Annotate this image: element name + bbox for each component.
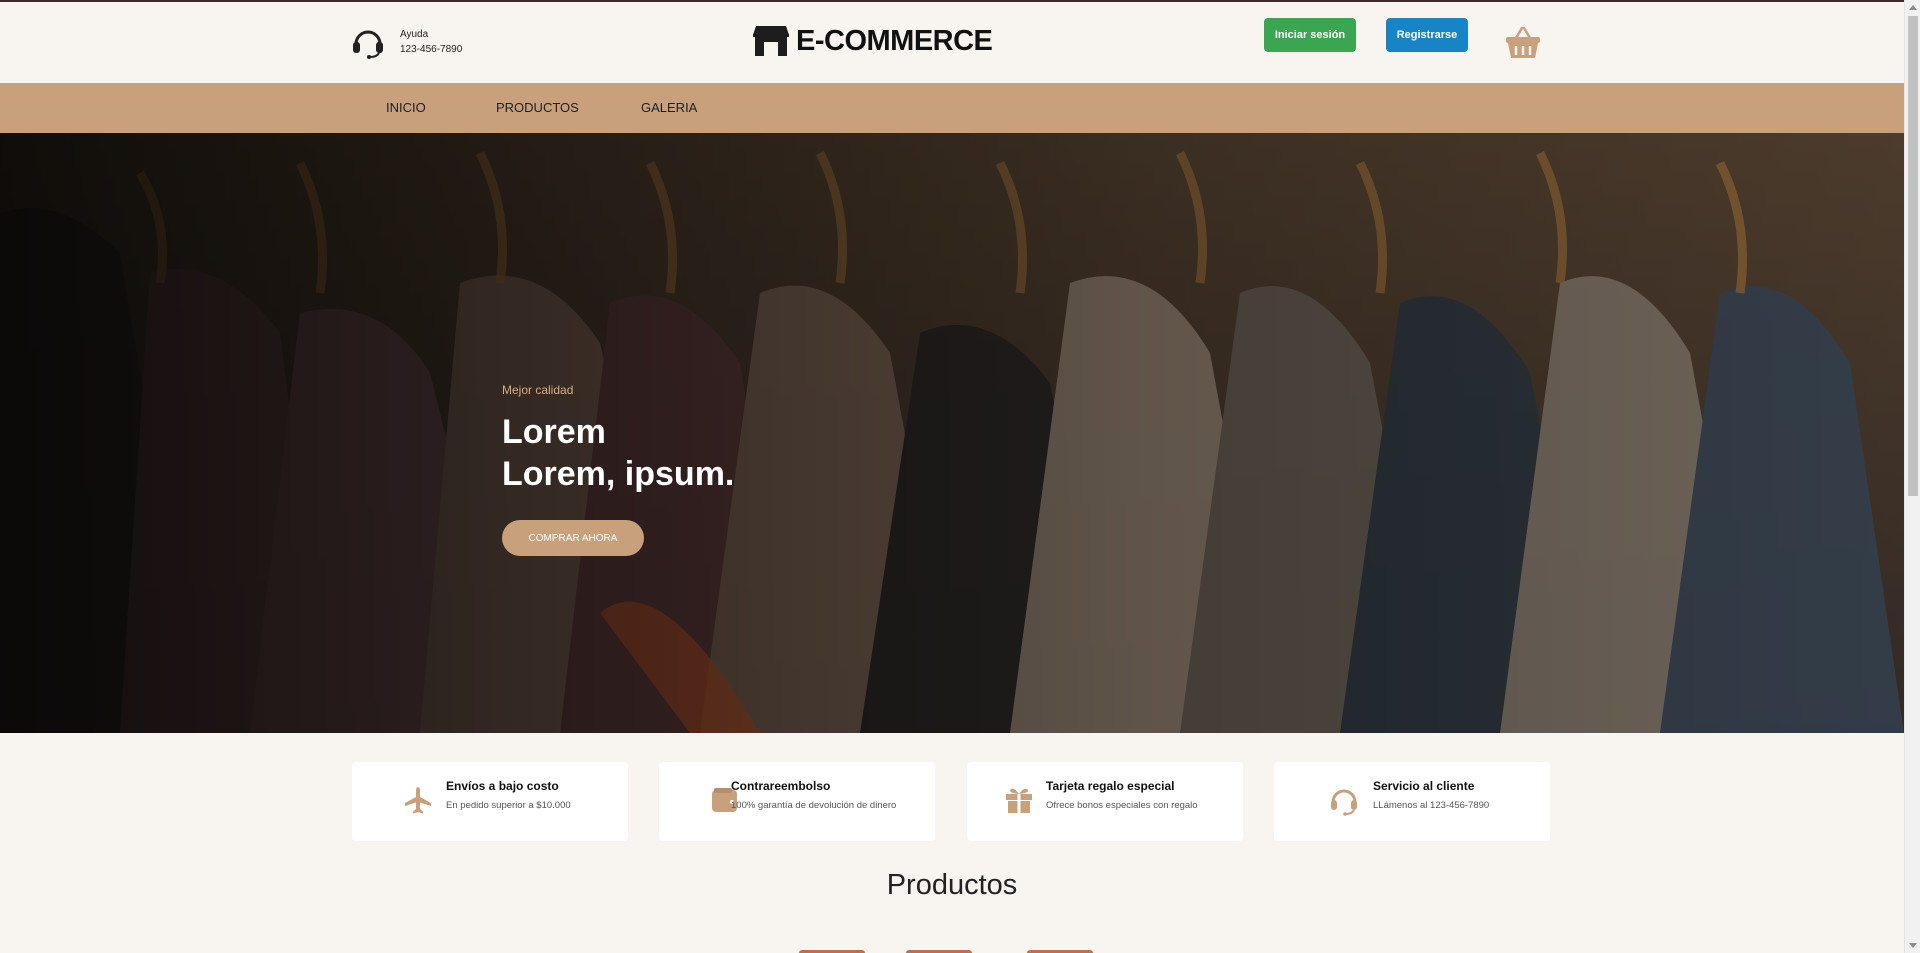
login-button[interactable]: Iniciar sesión	[1264, 18, 1356, 52]
help-contact[interactable]: Ayuda 123-456-7890	[350, 24, 462, 60]
feature-subtitle: En pedido superior a $10.000	[446, 800, 571, 811]
feature-title: Envíos a bajo costo	[446, 779, 559, 793]
help-phone: 123-456-7890	[400, 44, 463, 55]
shop-now-button[interactable]: COMPRAR AHORA	[502, 520, 644, 556]
nav-item-inicio[interactable]: INICIO	[386, 83, 426, 133]
headset-icon	[353, 30, 383, 59]
products-section-title: Productos	[886, 869, 1018, 901]
feature-title: Tarjeta regalo especial	[1046, 779, 1175, 793]
scroll-down-icon[interactable]	[1909, 943, 1917, 948]
hero-title: Lorem Lorem, ipsum.	[502, 411, 734, 495]
feature-subtitle: LLámenos al 123-456-7890	[1373, 800, 1490, 811]
feature-card: Contrareembolso 100% garantía de devoluc…	[659, 762, 935, 841]
plane-icon	[405, 787, 431, 814]
basket-icon[interactable]	[1505, 26, 1541, 60]
hero-banner: Mejor calidad Lorem Lorem, ipsum. COMPRA…	[0, 133, 1904, 733]
nav-item-galeria[interactable]: GALERIA	[641, 83, 697, 133]
feature-card: Envíos a bajo costo En pedido superior a…	[352, 762, 628, 841]
site-logo[interactable]: E-COMMERCE	[752, 24, 993, 58]
gift-icon	[1006, 788, 1032, 813]
hero-overlay	[0, 133, 1904, 733]
help-label: Ayuda	[400, 29, 429, 40]
feature-card: Tarjeta regalo especial Ofrece bonos esp…	[967, 762, 1243, 841]
hero-eyebrow: Mejor calidad	[502, 383, 574, 397]
hero-title-line1: Lorem	[502, 413, 606, 451]
features-strip: Envíos a bajo costo En pedido superior a…	[352, 762, 1552, 842]
feature-card: Servicio al cliente LLámenos al 123-456-…	[1274, 762, 1550, 841]
scroll-up-icon[interactable]	[1909, 5, 1917, 10]
logo-text: E-COMMERCE	[796, 24, 993, 57]
hero-title-line2: Lorem, ipsum.	[502, 455, 735, 493]
headset-icon	[1331, 789, 1357, 816]
scrollbar-thumb[interactable]	[1908, 16, 1918, 496]
store-icon	[753, 26, 789, 56]
nav-item-productos[interactable]: PRODUCTOS	[496, 83, 579, 133]
feature-subtitle: Ofrece bonos especiales con regalo	[1046, 800, 1198, 811]
feature-title: Servicio al cliente	[1373, 779, 1475, 793]
site-header: Ayuda 123-456-7890 E-COMMERCE Iniciar se…	[0, 2, 1904, 83]
feature-subtitle: 100% garantía de devolución de dinero	[731, 800, 897, 811]
feature-title: Contrareembolso	[731, 779, 831, 793]
main-nav: INICIO PRODUCTOS GALERIA	[0, 83, 1904, 133]
page-scrollbar[interactable]	[1904, 0, 1920, 953]
register-button[interactable]: Registrarse	[1386, 18, 1468, 52]
